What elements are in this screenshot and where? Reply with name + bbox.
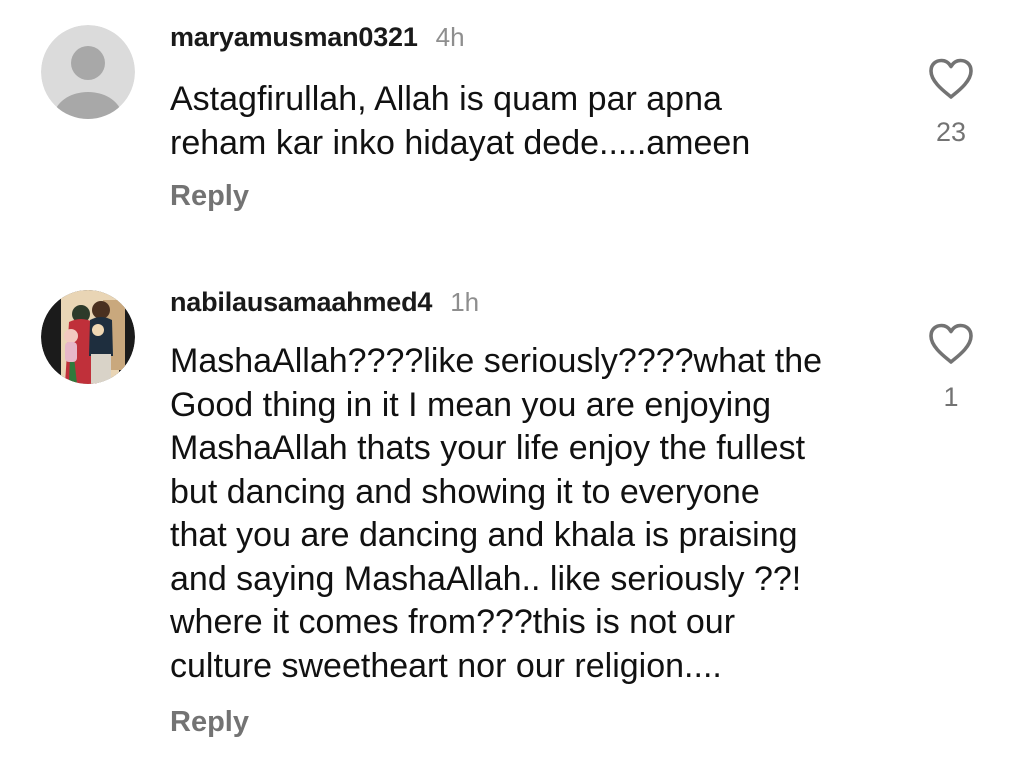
comment-username[interactable]: nabilausamaahmed4: [170, 287, 432, 318]
comment-text-line: and saying MashaAllah.. like seriously ?…: [170, 559, 802, 598]
comment-text-line: MashaAllah????like seriously????what the: [170, 342, 823, 380]
comment-text: MashaAllah????like seriously????what the…: [170, 340, 900, 688]
comment-meta: nabilausamaahmed4 1h: [170, 287, 479, 321]
family-photo-avatar: [41, 290, 135, 384]
heart-icon: [929, 323, 973, 364]
comment-text-line: where it comes from???this is not our: [170, 603, 736, 641]
avatar[interactable]: [41, 290, 135, 384]
comment-text-line: that you are dancing and khala is praisi…: [170, 516, 798, 554]
comment-text-line: MashaAllah thats your life enjoy the ful…: [170, 429, 806, 467]
comment-item: nabilausamaahmed4 1h MashaAllah????like …: [0, 0, 1024, 781]
comment-text-line: but dancing and showing it to everyone: [170, 472, 760, 511]
comment-text-line: Good thing in it I mean you are enjoying: [170, 385, 772, 424]
comment-timestamp: 1h: [450, 287, 480, 317]
like-count: 1: [943, 382, 959, 412]
reply-button[interactable]: Reply: [170, 706, 249, 739]
like-button[interactable]: [928, 323, 974, 365]
comment-text-line: culture sweetheart nor our religion....: [170, 646, 722, 685]
